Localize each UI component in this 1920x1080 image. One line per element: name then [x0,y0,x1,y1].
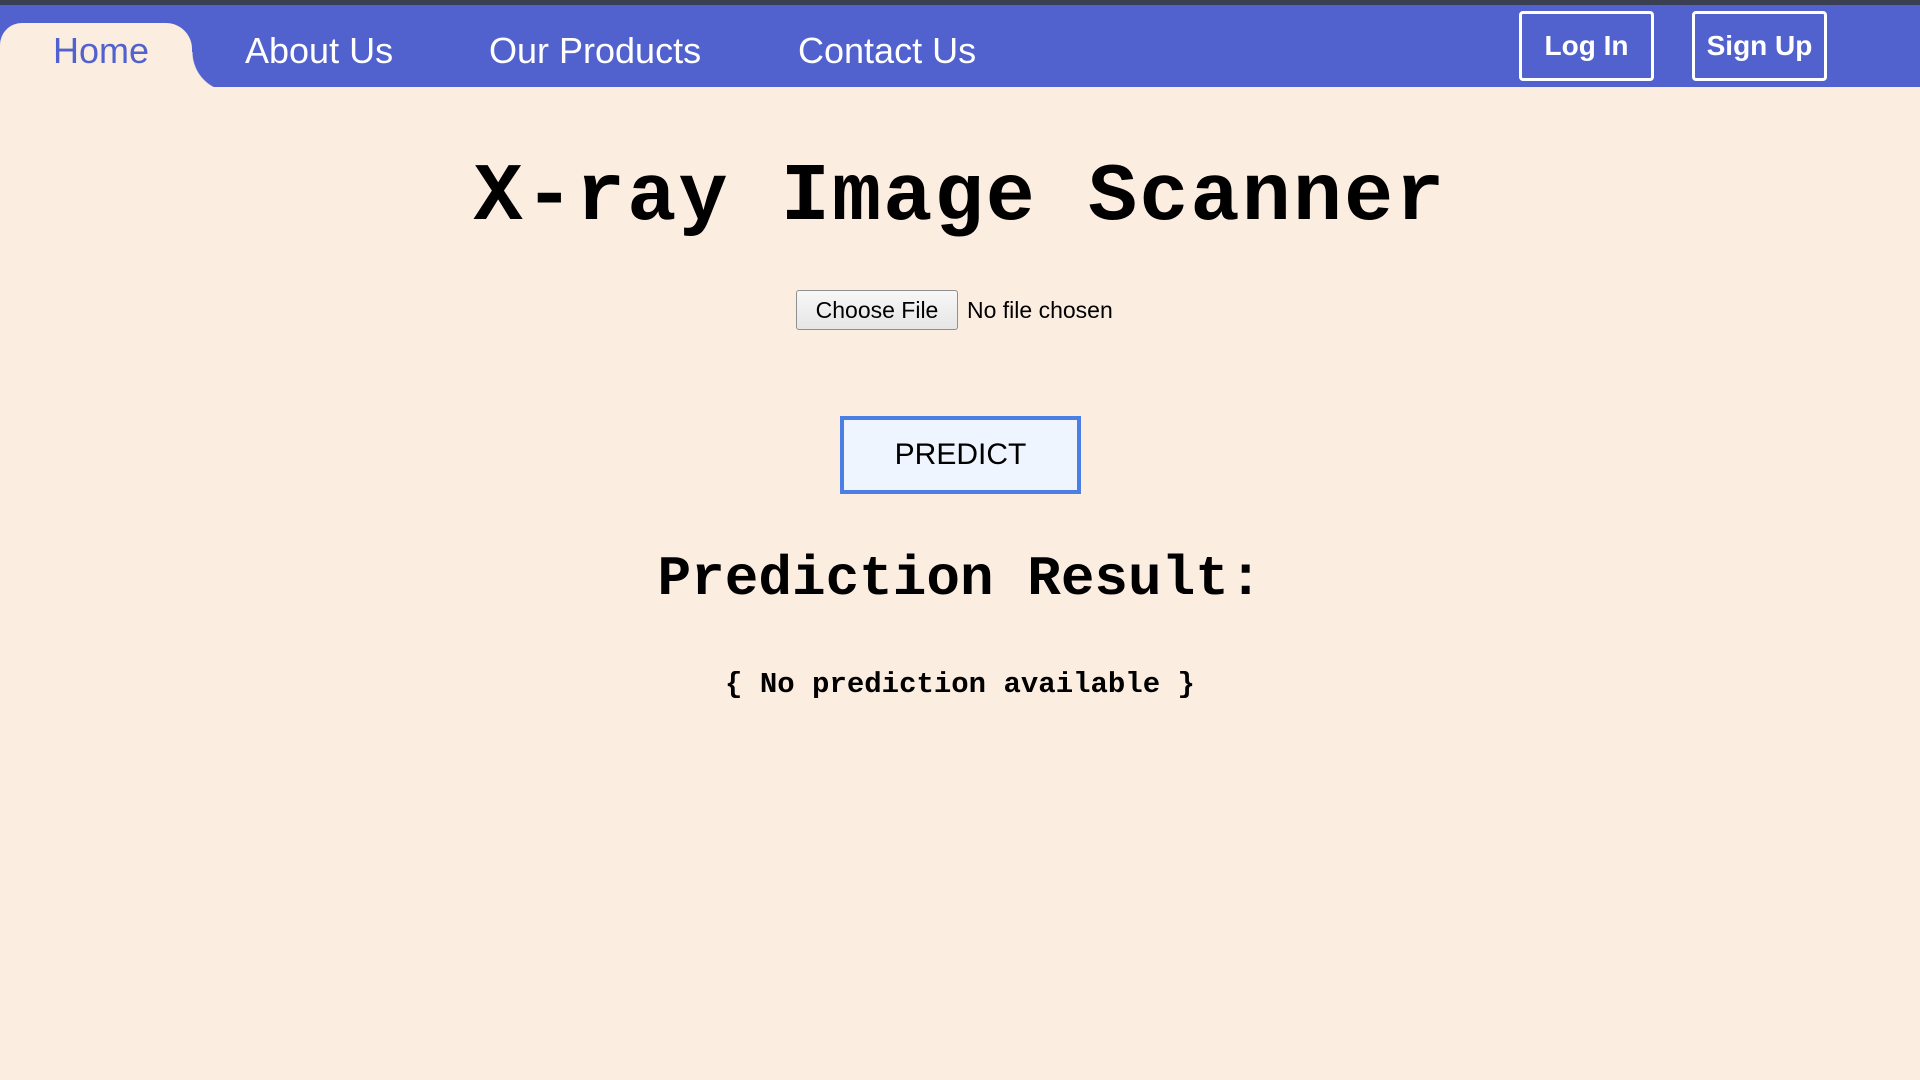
prediction-result-heading: Prediction Result: [657,547,1263,611]
predict-button[interactable]: PREDICT [840,416,1081,494]
file-status-label: No file chosen [967,296,1113,323]
choose-file-button[interactable]: Choose File [796,290,958,330]
login-button[interactable]: Log In [1519,11,1654,81]
page: Home About Us Our Products Contact Us Lo… [0,0,1920,1080]
signup-button[interactable]: Sign Up [1692,11,1827,81]
nav-tab-home[interactable]: Home [0,23,232,92]
file-input[interactable]: Choose File No file chosen [796,290,1113,330]
nav-home-link[interactable]: Home [53,29,149,73]
nav-contact-link[interactable]: Contact Us [798,29,976,73]
nav-about-link[interactable]: About Us [245,29,393,73]
prediction-result-text: { No prediction available } [725,668,1195,701]
navbar: Home About Us Our Products Contact Us Lo… [0,5,1920,92]
nav-products-link[interactable]: Our Products [489,29,701,73]
page-title: X-ray Image Scanner [473,151,1447,244]
